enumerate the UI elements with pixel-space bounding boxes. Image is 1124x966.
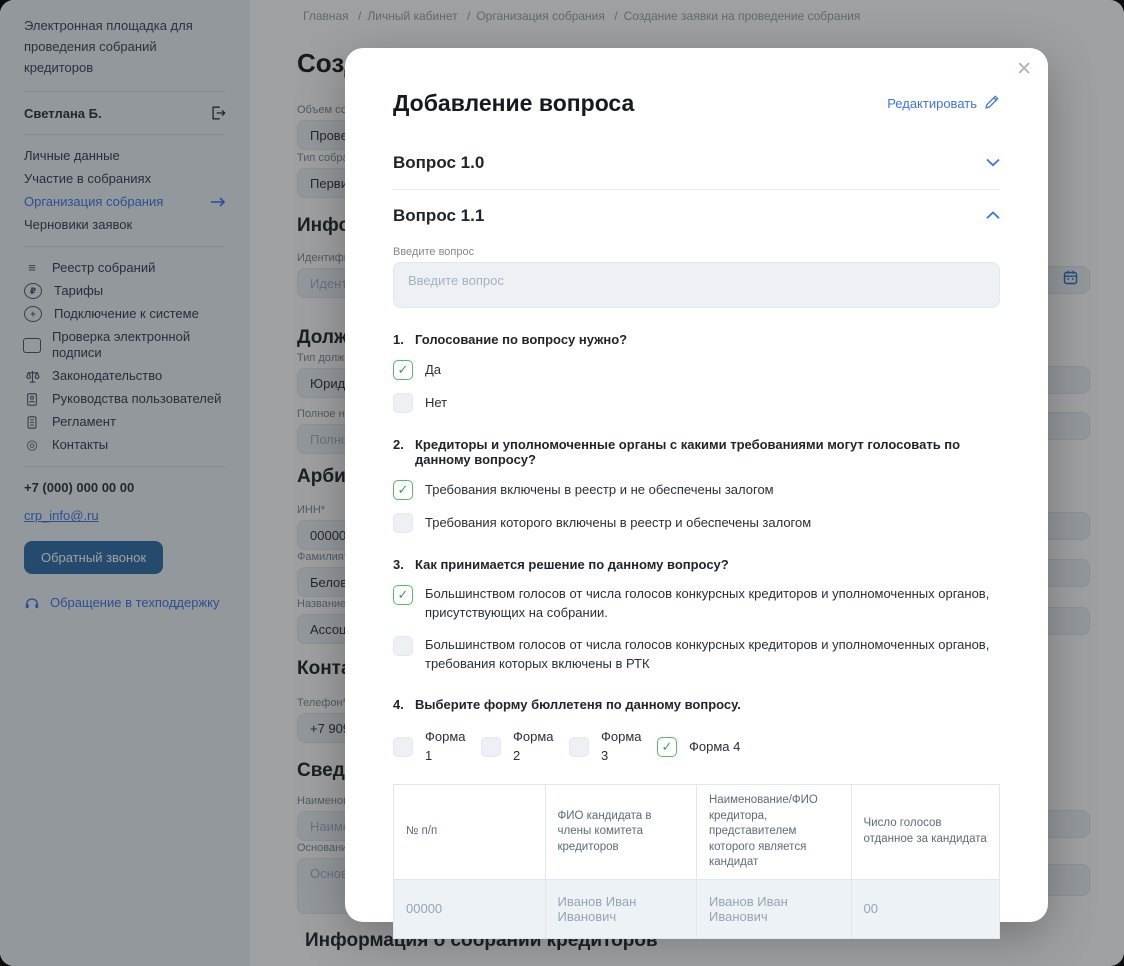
table-header-row: № п/п ФИО кандидата в члены комитета кре… xyxy=(394,785,1000,880)
question-1-title: 1. Голосование по вопросу нужно? xyxy=(393,332,1000,347)
close-icon[interactable]: ✕ xyxy=(1016,60,1032,79)
checkbox-unchecked-icon[interactable] xyxy=(393,636,413,656)
option-claims-unsecured: Требования включены в реестр и не обеспе… xyxy=(393,480,1000,500)
app-page: Электронная площадка для проведения собр… xyxy=(0,0,1124,966)
checkbox-checked-icon[interactable] xyxy=(393,585,413,605)
cell-votes-input[interactable]: 00 xyxy=(851,879,999,938)
question-2-title: 2. Кредиторы и уполномоченные органы с к… xyxy=(393,437,1000,467)
cell-number-input[interactable]: 00000 xyxy=(394,879,546,938)
candidates-table: № п/п ФИО кандидата в члены комитета кре… xyxy=(393,784,1000,939)
edit-link[interactable]: Редактировать xyxy=(887,94,1000,113)
option-form-1: Форма 1 xyxy=(393,728,465,766)
option-majority-rtk: Большинством голосов от числа голосов ко… xyxy=(393,636,1000,674)
question-3-title: 3. Как принимается решение по данному во… xyxy=(393,557,1000,572)
option-claims-secured: Требования которого включены в реестр и … xyxy=(393,513,1000,533)
section-question-1-1[interactable]: Вопрос 1.1 xyxy=(393,190,1000,232)
question-textarea[interactable]: Введите вопрос xyxy=(393,262,1000,308)
column-header: ФИО кандидата в члены комитета кредиторо… xyxy=(545,785,697,880)
table-row: 00000 Иванов Иван Иванович Иванов Иван И… xyxy=(394,879,1000,938)
chevron-up-icon[interactable] xyxy=(986,207,1000,225)
option-majority-present: Большинством голосов от числа голосов ко… xyxy=(393,585,1000,623)
checkbox-unchecked-icon[interactable] xyxy=(481,737,501,757)
checkbox-unchecked-icon[interactable] xyxy=(393,513,413,533)
section-question-1-0[interactable]: Вопрос 1.0 xyxy=(393,147,1000,189)
modal-title: Добавление вопроса xyxy=(393,90,634,117)
add-question-modal: ✕ Добавление вопроса Редактировать Вопро… xyxy=(345,48,1048,922)
question-input-label: Введите вопрос xyxy=(393,246,1000,258)
chevron-down-icon[interactable] xyxy=(986,154,1000,172)
column-header: Число голосов отданное за кандидата xyxy=(851,785,999,880)
option-yes: Да xyxy=(393,360,1000,380)
checkbox-unchecked-icon[interactable] xyxy=(393,737,413,757)
option-no: Нет xyxy=(393,393,1000,413)
cell-candidate-name-input[interactable]: Иванов Иван Иванович xyxy=(545,879,697,938)
option-form-4: Форма 4 xyxy=(657,728,740,766)
question-4-title: 4. Выберите форму бюллетеня по данному в… xyxy=(393,697,1000,712)
checkbox-checked-icon[interactable] xyxy=(393,480,413,500)
ballot-form-options: Форма 1 Форма 2 Форма 3 Форма 4 xyxy=(393,728,1000,766)
checkbox-checked-icon[interactable] xyxy=(393,360,413,380)
checkbox-unchecked-icon[interactable] xyxy=(393,393,413,413)
pencil-icon xyxy=(984,94,1000,113)
option-form-3: Форма 3 xyxy=(569,728,641,766)
cell-creditor-name-input[interactable]: Иванов Иван Иванович xyxy=(697,879,852,938)
option-form-2: Форма 2 xyxy=(481,728,553,766)
checkbox-unchecked-icon[interactable] xyxy=(569,737,589,757)
column-header: Наименование/ФИО кредитора, представител… xyxy=(697,785,852,880)
column-header: № п/п xyxy=(394,785,546,880)
checkbox-checked-icon[interactable] xyxy=(657,737,677,757)
